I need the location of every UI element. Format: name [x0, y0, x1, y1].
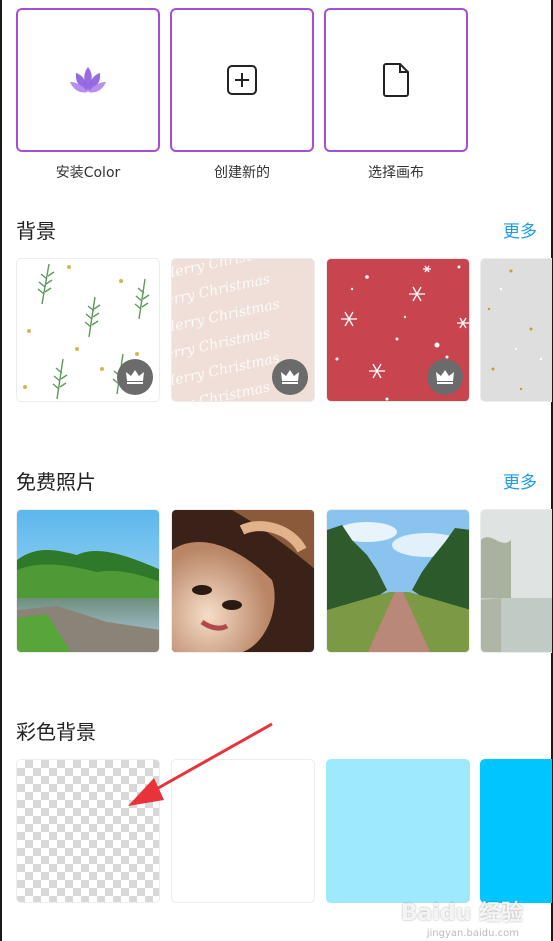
background-merry-christmas[interactable]: Merry Christmas Merry Christmas Merry Ch…: [171, 258, 315, 402]
lotus-icon: [70, 67, 106, 93]
photo-misty-river[interactable]: [480, 509, 552, 653]
watermark-url: jingyan.baidu.com: [426, 928, 519, 939]
background-red-snowflakes[interactable]: [326, 258, 470, 402]
background-leaves[interactable]: [16, 258, 160, 402]
photo-tree-avenue[interactable]: [326, 509, 470, 653]
section-title-color-backgrounds: 彩色背景: [16, 720, 96, 744]
premium-badge: [272, 359, 308, 395]
section-title-backgrounds: 背景: [16, 219, 56, 243]
plus-square-icon: [227, 65, 257, 95]
annotation-arrow: [128, 722, 273, 806]
install-color-label: 安装Color: [55, 165, 121, 181]
crown-icon: [126, 370, 144, 384]
photo-portrait[interactable]: [171, 509, 315, 653]
create-new-tile[interactable]: [170, 8, 314, 152]
dots-pattern-image: [487, 269, 543, 391]
premium-badge: [427, 359, 463, 395]
select-canvas-tile[interactable]: [324, 8, 468, 152]
document-icon: [383, 63, 409, 97]
create-new-label: 创建新的: [214, 165, 270, 181]
photo-lake[interactable]: [16, 509, 160, 653]
install-color-tile[interactable]: [16, 8, 160, 152]
crown-icon: [281, 370, 299, 384]
color-light-blue-swatch[interactable]: [326, 759, 470, 903]
free-photos-more-link[interactable]: 更多: [503, 468, 537, 493]
watermark-logo: Baidu 经验: [400, 901, 523, 926]
premium-badge: [117, 359, 153, 395]
color-cyan-swatch[interactable]: [480, 759, 552, 903]
tree-avenue-photo-image: [327, 510, 469, 652]
crown-icon: [436, 370, 454, 384]
section-title-free-photos: 免费照片: [16, 470, 96, 494]
window-border-left: [0, 0, 2, 941]
backgrounds-more-link[interactable]: 更多: [503, 217, 537, 242]
select-canvas-label: 选择画布: [368, 165, 424, 181]
lake-photo-image: [17, 510, 159, 652]
portrait-photo-image: [172, 510, 314, 652]
background-gray-dots[interactable]: [480, 258, 552, 402]
misty-river-photo-image: [481, 510, 552, 652]
